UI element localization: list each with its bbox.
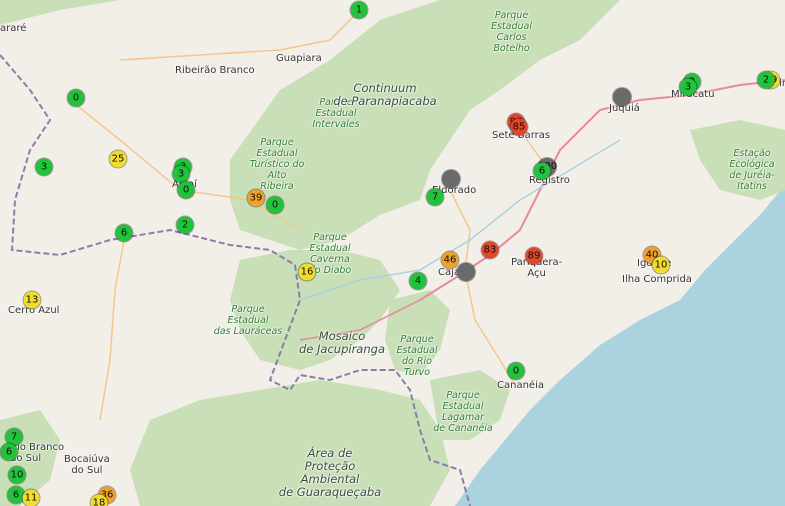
cluster-marker[interactable]: 83 xyxy=(481,241,499,259)
cluster-marker[interactable]: 7 xyxy=(426,188,444,206)
map-canvas[interactable]: Guapiara Ribeirão Branco Sete Barras Juq… xyxy=(0,0,785,506)
cluster-marker[interactable]: 3 xyxy=(35,158,53,176)
cluster-marker[interactable]: 25 xyxy=(109,150,127,168)
cluster-marker[interactable]: 3 xyxy=(172,165,190,183)
cluster-marker[interactable]: 11 xyxy=(22,489,40,506)
station-marker[interactable] xyxy=(442,170,460,188)
park-jureia: Estação Ecológica de Juréia- Itatins xyxy=(729,148,775,192)
cluster-marker[interactable]: 2 xyxy=(176,216,194,234)
park-lagamar: Parque Estadual Lagamar de Cananéia xyxy=(433,390,493,434)
sea-area xyxy=(455,185,785,506)
basemap xyxy=(0,0,785,506)
place-ararare: araré xyxy=(0,23,27,34)
park-paranapiacaba: Continuum de Paranapiacaba xyxy=(333,81,437,108)
place-cananeia: Cananéia xyxy=(497,380,544,391)
cluster-marker[interactable]: 1 xyxy=(350,1,368,19)
cluster-marker[interactable]: 39 xyxy=(247,189,265,207)
park-lauraceas: Parque Estadual das Lauráceas xyxy=(213,304,283,337)
cluster-marker[interactable]: 6 xyxy=(533,162,551,180)
road xyxy=(449,189,516,386)
place-bocaiuva: Bocaiúva do Sul xyxy=(64,454,110,476)
cluster-marker[interactable]: 4 xyxy=(409,272,427,290)
place-guapiara: Guapiara xyxy=(276,53,322,64)
station-marker[interactable] xyxy=(613,88,631,106)
cluster-marker[interactable]: 16 xyxy=(298,263,316,281)
park-jacupiranga: Mosaico de Jacupiranga xyxy=(299,329,385,356)
cluster-marker[interactable]: 89 xyxy=(525,247,543,265)
park-area xyxy=(0,0,120,25)
cluster-marker[interactable]: 6 xyxy=(0,443,18,461)
place-rio-branco: Rio Branco do Sul xyxy=(10,442,65,464)
place-ilha-comprida: Ilha Comprida xyxy=(622,274,692,285)
cluster-marker[interactable]: 10 xyxy=(652,256,670,274)
park-petar: Parque Estadual Turístico do Alto Ribeir… xyxy=(249,137,305,192)
park-area xyxy=(230,0,620,250)
cluster-marker[interactable]: 6 xyxy=(115,224,133,242)
park-guaraquecaba: Área de Proteção Ambiental de Guaraqueça… xyxy=(278,446,382,499)
cluster-marker[interactable]: 0 xyxy=(266,196,284,214)
cluster-marker[interactable]: 18 xyxy=(90,494,108,506)
cluster-marker[interactable]: 10 xyxy=(8,466,26,484)
place-ribeirao-branco: Ribeirão Branco xyxy=(175,65,255,76)
cluster-marker[interactable]: 2 xyxy=(757,71,775,89)
cluster-marker[interactable]: 85 xyxy=(510,118,528,136)
cluster-marker[interactable]: 13 xyxy=(23,291,41,309)
cluster-marker[interactable]: 0 xyxy=(67,89,85,107)
park-rio-turvo: Parque Estadual do Rio Turvo xyxy=(396,334,438,378)
cluster-marker[interactable]: 3 xyxy=(679,78,697,96)
road xyxy=(119,9,361,61)
cluster-marker[interactable]: 0 xyxy=(507,362,525,380)
road xyxy=(99,234,126,421)
cluster-marker[interactable]: 0 xyxy=(177,181,195,199)
park-carlos-botelho: Parque Estadual Carlos Botelho xyxy=(490,10,532,54)
cluster-marker[interactable]: 46 xyxy=(441,251,459,269)
station-marker[interactable] xyxy=(457,263,475,281)
